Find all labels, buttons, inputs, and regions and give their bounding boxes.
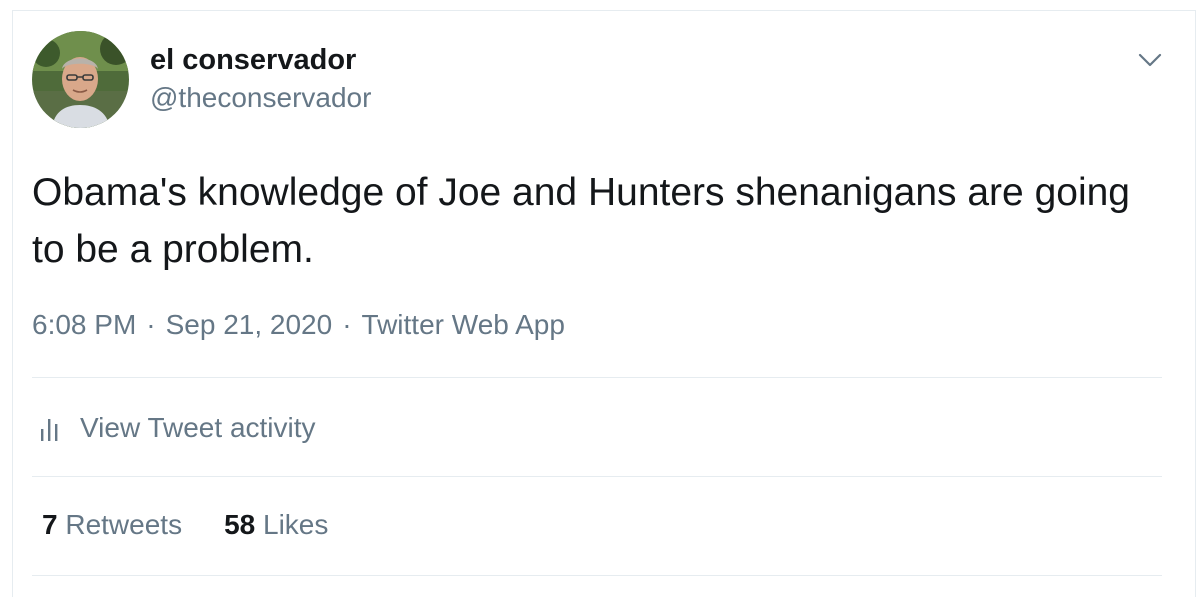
tweet-source[interactable]: Twitter Web App bbox=[362, 309, 565, 340]
view-tweet-activity-link[interactable]: View Tweet activity bbox=[38, 408, 316, 448]
tweet-text: Obama's knowledge of Joe and Hunters she… bbox=[32, 171, 1130, 271]
meta-separator: · bbox=[342, 309, 352, 340]
tweet-meta: 6:08 PM · Sep 21, 2020 · Twitter Web App bbox=[32, 309, 565, 341]
tweet-date[interactable]: Sep 21, 2020 bbox=[166, 309, 333, 340]
retweets-stat[interactable]: 7 Retweets bbox=[42, 509, 182, 541]
divider bbox=[32, 377, 1162, 378]
profile-photo-avatar bbox=[32, 31, 129, 128]
retweets-label: Retweets bbox=[65, 509, 183, 540]
avatar[interactable] bbox=[32, 31, 129, 128]
bar-chart-icon bbox=[41, 419, 58, 441]
meta-separator: · bbox=[146, 309, 156, 340]
chevron-down-icon bbox=[1138, 53, 1162, 67]
tweet-menu-button[interactable] bbox=[1134, 44, 1166, 76]
retweets-count: 7 bbox=[42, 509, 58, 540]
tweet-stats: 7 Retweets 58 Likes bbox=[42, 509, 370, 541]
divider bbox=[32, 476, 1162, 477]
tweet-time[interactable]: 6:08 PM bbox=[32, 309, 136, 340]
likes-count: 58 bbox=[224, 509, 256, 540]
author-handle[interactable]: @theconservador bbox=[150, 82, 371, 114]
view-tweet-activity-label: View Tweet activity bbox=[80, 412, 316, 443]
likes-label: Likes bbox=[263, 509, 329, 540]
divider bbox=[32, 575, 1162, 576]
author-display-name[interactable]: el conservador bbox=[150, 44, 356, 77]
likes-stat[interactable]: 58 Likes bbox=[224, 509, 328, 541]
